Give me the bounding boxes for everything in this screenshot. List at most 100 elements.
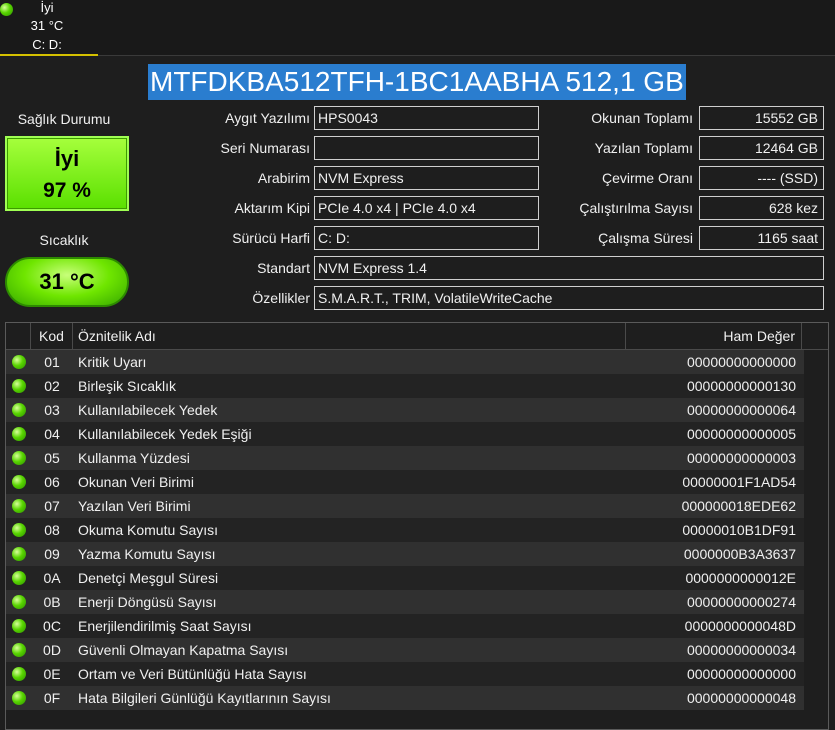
attribute-name: Güvenli Olmayan Kapatma Sayısı — [78, 642, 289, 658]
table-row[interactable]: 02 Birleşik Sıcaklık 00000000000130 — [6, 374, 804, 398]
disk-tab-status: İyi — [40, 0, 54, 15]
attribute-name: Kullanılabilecek Yedek — [78, 402, 218, 418]
rotation-rate-label: Çevirme Oranı — [601, 170, 693, 186]
attribute-code: 05 — [44, 450, 60, 466]
power-on-hours-label: Çalışma Süresi — [598, 230, 693, 246]
attribute-code: 0F — [43, 690, 61, 706]
header-attribute-name[interactable]: Öznitelik Adı — [73, 323, 626, 349]
attribute-name: Ortam ve Veri Bütünlüğü Hata Sayısı — [78, 666, 307, 682]
power-on-count-field: 628 kez — [699, 196, 824, 220]
header-code[interactable]: Kod — [31, 323, 73, 349]
header-status-column[interactable] — [6, 323, 31, 349]
attribute-code: 04 — [44, 426, 60, 442]
disk-tab[interactable]: İyi 31 °C C: D: — [0, 0, 98, 56]
table-row[interactable]: 03 Kullanılabilecek Yedek 00000000000064 — [6, 398, 804, 422]
attribute-raw-value: 000000018EDE62 — [681, 498, 796, 514]
attribute-raw-value: 00000000000064 — [686, 402, 796, 418]
status-dot-icon — [12, 499, 26, 513]
header-raw-value[interactable]: Ham Değer — [626, 323, 802, 349]
status-dot-icon — [12, 571, 26, 585]
table-row[interactable]: 05 Kullanma Yüzdesi 00000000000003 — [6, 446, 804, 470]
status-dot-icon — [12, 475, 26, 489]
attribute-name: Enerji Döngüsü Sayısı — [78, 594, 217, 610]
attribute-code: 0A — [43, 570, 61, 586]
interface-field: NVM Express — [314, 166, 539, 190]
status-dot-icon — [12, 667, 26, 681]
status-dot-icon — [12, 547, 26, 561]
attribute-code: 03 — [44, 402, 60, 418]
status-dot-icon — [12, 355, 26, 369]
attribute-raw-value: 0000000000048D — [684, 618, 796, 634]
table-body: 01 Kritik Uyarı 00000000000000 02 Birleşik S… — [6, 350, 804, 710]
attribute-raw-value: 00000010B1DF91 — [682, 522, 796, 538]
features-label: Özellikler — [252, 290, 310, 306]
standard-field: NVM Express 1.4 — [314, 256, 824, 280]
health-status-button[interactable]: İyi 97 % — [5, 136, 129, 211]
transfer-mode-field: PCIe 4.0 x4 | PCIe 4.0 x4 — [314, 196, 539, 220]
table-row[interactable]: 0F Hata Bilgileri Günlüğü Kayıtlarının Sa… — [6, 686, 804, 710]
status-dot-icon — [12, 595, 26, 609]
scrollbar-track[interactable] — [804, 350, 828, 729]
drive-letter-field: C: D: — [314, 226, 539, 250]
table-row[interactable]: 07 Yazılan Veri Birimi 000000018EDE62 — [6, 494, 804, 518]
table-row[interactable]: 06 Okunan Veri Birimi 00000001F1AD54 — [6, 470, 804, 494]
attribute-name: Okunan Veri Birimi — [78, 474, 194, 490]
status-dot-icon — [12, 451, 26, 465]
smart-attribute-table[interactable]: Kod Öznitelik Adı Ham Değer 01 Kritik Uya… — [5, 322, 829, 730]
table-row[interactable]: 08 Okuma Komutu Sayısı 00000010B1DF91 — [6, 518, 804, 542]
serial-field — [314, 136, 539, 160]
standard-label: Standart — [257, 260, 310, 276]
status-dot-icon — [12, 691, 26, 705]
table-row[interactable]: 0E Ortam ve Veri Bütünlüğü Hata Sayısı 000… — [6, 662, 804, 686]
attribute-name: Hata Bilgileri Günlüğü Kayıtlarının Sayı… — [78, 690, 331, 706]
attribute-code: 08 — [44, 522, 60, 538]
attribute-code: 07 — [44, 498, 60, 514]
table-row[interactable]: 01 Kritik Uyarı 00000000000000 — [6, 350, 804, 374]
attribute-raw-value: 00000000000000 — [686, 666, 796, 682]
attribute-name: Kullanılabilecek Yedek Eşiği — [78, 426, 252, 442]
serial-label: Seri Numarası — [220, 140, 310, 156]
disk-tab-strip: İyi 31 °C C: D: — [0, 0, 835, 56]
attribute-code: 01 — [44, 354, 60, 370]
attribute-code: 02 — [44, 378, 60, 394]
table-row[interactable]: 09 Yazma Komutu Sayısı 0000000B3A3637 — [6, 542, 804, 566]
attribute-code: 0B — [43, 594, 61, 610]
table-row[interactable]: 04 Kullanılabilecek Yedek Eşiği 0000000000… — [6, 422, 804, 446]
temperature-value[interactable]: 31 °C — [5, 257, 129, 307]
transfer-mode-label: Aktarım Kipi — [234, 200, 310, 216]
health-label: Sağlık Durumu — [17, 111, 111, 127]
attribute-raw-value: 00000000000003 — [686, 450, 796, 466]
table-row[interactable]: 0A Denetçi Meşgul Süresi 0000000000012E — [6, 566, 804, 590]
attribute-raw-value: 0000000000012E — [685, 570, 796, 586]
features-field: S.M.A.R.T., TRIM, VolatileWriteCache — [314, 286, 824, 310]
attribute-name: Yazma Komutu Sayısı — [78, 546, 216, 562]
status-dot-icon — [12, 523, 26, 537]
attribute-name: Okuma Komutu Sayısı — [78, 522, 219, 538]
table-row[interactable]: 0D Güvenli Olmayan Kapatma Sayısı 00000000… — [6, 638, 804, 662]
attribute-name: Denetçi Meşgul Süresi — [78, 570, 219, 586]
attribute-name: Enerjilendirilmiş Saat Sayısı — [78, 618, 252, 634]
attribute-raw-value: 00000000000274 — [686, 594, 796, 610]
attribute-code: 06 — [44, 474, 60, 490]
table-row[interactable]: 0B Enerji Döngüsü Sayısı 00000000000274 — [6, 590, 804, 614]
attribute-raw-value: 00000000000048 — [686, 690, 796, 706]
attribute-code: 0C — [43, 618, 61, 634]
host-writes-field: 12464 GB — [699, 136, 824, 160]
attribute-raw-value: 00000001F1AD54 — [682, 474, 796, 490]
table-header: Kod Öznitelik Adı Ham Değer — [6, 323, 828, 349]
host-reads-field: 15552 GB — [699, 106, 824, 130]
host-writes-label: Yazılan Toplamı — [594, 140, 693, 156]
status-dot-icon — [12, 403, 26, 417]
status-dot-icon — [12, 619, 26, 633]
attribute-name: Kullanma Yüzdesi — [78, 450, 190, 466]
attribute-code: 0D — [43, 642, 61, 658]
status-dot-icon — [12, 427, 26, 441]
attribute-code: 09 — [44, 546, 60, 562]
header-spacer — [802, 323, 828, 349]
rotation-rate-field: ---- (SSD) — [699, 166, 824, 190]
model-title[interactable]: MTFDKBA512TFH-1BC1AABHA 512,1 GB — [148, 64, 686, 100]
attribute-code: 0E — [43, 666, 61, 682]
table-row[interactable]: 0C Enerjilendirilmiş Saat Sayısı 000000000… — [6, 614, 804, 638]
temperature-label: Sıcaklık — [39, 232, 89, 248]
attribute-raw-value: 00000000000000 — [686, 354, 796, 370]
